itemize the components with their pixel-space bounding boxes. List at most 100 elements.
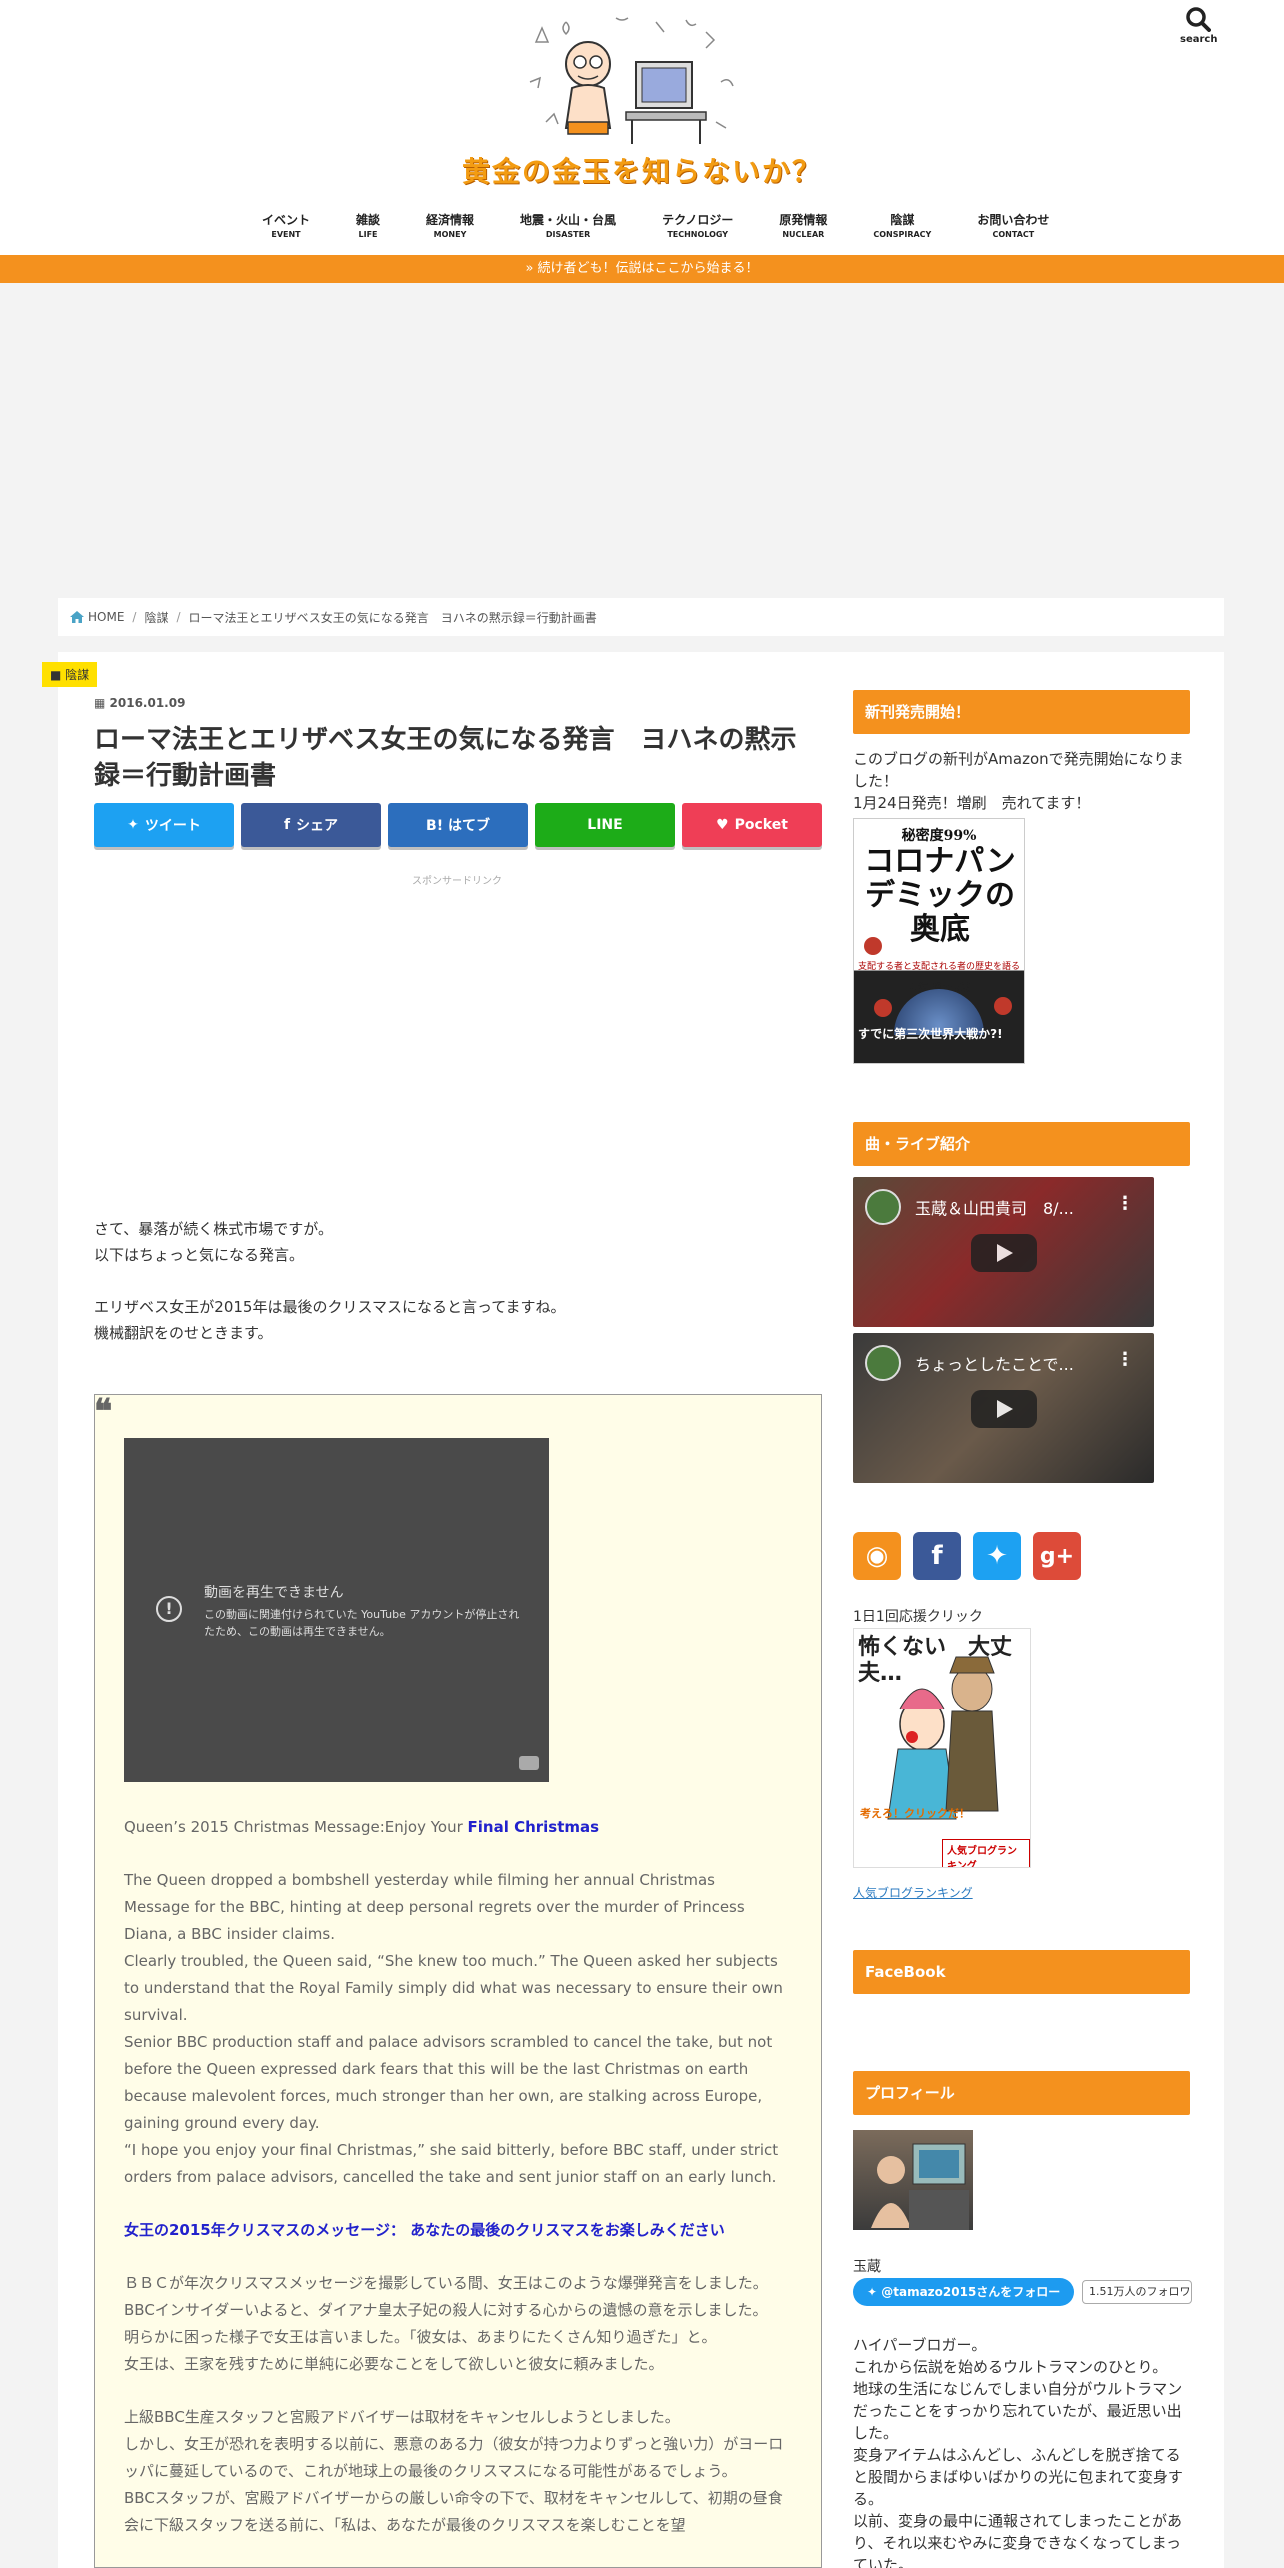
nav-label: イベント: [262, 213, 311, 227]
line-share-button[interactable]: LINE: [535, 803, 675, 847]
widget-heading: プロフィール: [853, 2071, 1190, 2115]
post-date: ▦ 2016.01.09: [94, 696, 185, 710]
breadcrumb-category[interactable]: 陰謀: [144, 609, 168, 626]
new-book-text-2: 1月24日発売！増刷 売れてます！: [853, 794, 1091, 812]
nav-sublabel: LIFE: [358, 230, 378, 239]
youtube-logo-icon[interactable]: [519, 1756, 539, 1770]
youtube-embed[interactable]: ! 動画を再生できません この動画に関連付けられていた YouTube アカウン…: [124, 1438, 549, 1782]
ranking-banner-subtext: 考えろ！クリックだ！: [860, 1807, 970, 1820]
mascot-logo-illustration[interactable]: [516, 12, 744, 152]
nav-item-contact[interactable]: お問い合わせ CONTACT: [977, 211, 1049, 239]
profile-description: ハイパーブロガー。 これから伝説を始めるウルトラマンのひとり。 地球の生活になじ…: [853, 2334, 1193, 2568]
play-icon[interactable]: [971, 1390, 1037, 1428]
article-intro: さて、暴落が続く株式市場ですが。 以下はちょっと気になる発言。 エリザベス女王が…: [94, 1216, 820, 1372]
quote-paragraph: 上級BBC生産スタッフと宮殿アドバイザーは取材をキャンセルしようとしました。: [124, 2408, 680, 2426]
rss-icon[interactable]: ◉: [853, 1532, 901, 1580]
profile-name: 玉蔵: [853, 2259, 881, 2275]
site-header: 黄金の金玉を知らないか？ search イベント EVENT 雑談 LIFE 経済情…: [0, 0, 1284, 255]
line-share-label: LINE: [587, 817, 623, 833]
twitter-icon[interactable]: ✦: [973, 1532, 1021, 1580]
hatena-bookmark-button[interactable]: B! はてブ: [388, 803, 528, 847]
widget-heading: 曲・ライブ紹介: [853, 1122, 1190, 1166]
ranking-link[interactable]: 人気ブログランキング: [853, 1884, 973, 1901]
play-icon[interactable]: [971, 1234, 1037, 1272]
quote-paragraph: Clearly troubled, the Queen said, “She k…: [124, 1952, 783, 2024]
google-plus-icon[interactable]: g+: [1033, 1532, 1081, 1580]
nav-sublabel: MONEY: [433, 230, 467, 239]
facebook-share-label: シェア: [296, 818, 339, 834]
nav-sublabel: NUCLEAR: [782, 230, 825, 239]
nav-sublabel: CONSPIRACY: [873, 230, 932, 239]
quote-paragraph: The Queen dropped a bombshell yesterday …: [124, 1871, 745, 1943]
twitter-follow-button[interactable]: ✦ @tamazo2015さんをフォロー: [853, 2278, 1075, 2306]
nav-label: 経済情報: [426, 213, 475, 227]
breadcrumb-current: ローマ法王とエリザベス女王の気になる発言 ヨハネの黙示録＝行動計画書: [188, 610, 597, 625]
profile-illustration: [871, 2143, 969, 2230]
youtube-video-2[interactable]: ちょっとしたことで... ⋮: [853, 1333, 1154, 1483]
search-label: search: [1180, 34, 1218, 45]
nav-label: テクノロジー: [662, 213, 734, 227]
youtube-video-1[interactable]: 玉蔵＆山田貴司 8/... ⋮: [853, 1177, 1154, 1327]
tweet-button[interactable]: ✦ ツイート: [94, 803, 234, 847]
breadcrumb: HOME / 陰謀 / ローマ法王とエリザベス女王の気になる発言 ヨハネの黙示録…: [58, 598, 1224, 636]
more-options-icon[interactable]: ⋮: [1116, 1349, 1134, 1370]
virus-icon: [874, 999, 892, 1017]
channel-avatar: [865, 1345, 901, 1381]
nav-sublabel: TECHNOLOGY: [667, 230, 729, 239]
pocket-button[interactable]: ♥ Pocket: [682, 803, 822, 847]
sponsored-label: スポンサードリンク: [412, 876, 502, 887]
home-icon: [70, 611, 84, 623]
warning-icon: !: [156, 1596, 182, 1622]
twitter-icon: ✦: [867, 2285, 882, 2299]
book-subtitle: 支配する者と支配される者の歴史を語る: [857, 962, 1020, 972]
nav-item-disaster[interactable]: 地震・火山・台風 DISASTER: [520, 211, 616, 239]
profile-line: ハイパーブロガー。: [853, 2336, 987, 2354]
nav-label: 原発情報: [779, 213, 828, 227]
nav-item-technology[interactable]: テクノロジー TECHNOLOGY: [662, 211, 733, 239]
quote-heading: Queen’s 2015 Christmas Message:Enjoy You…: [124, 1818, 468, 1836]
nav-sublabel: EVENT: [271, 230, 301, 239]
facebook-icon[interactable]: f: [913, 1532, 961, 1580]
book-cover-image[interactable]: 秘密度99% コロナパンデミックの奥底 支配する者と支配される者の歴史を語る 内…: [853, 818, 1025, 1064]
nav-item-conspiracy[interactable]: 陰謀 CONSPIRACY: [873, 211, 931, 239]
virus-icon: [994, 997, 1012, 1015]
new-book-text: このブログの新刊がAmazonで発売開始になりました！: [853, 750, 1184, 790]
more-options-icon[interactable]: ⋮: [1116, 1193, 1134, 1214]
share-buttons: ✦ ツイート f シェア B! はてブ LINE ♥ Pocket: [94, 803, 822, 847]
nav-item-money[interactable]: 経済情報 MONEY: [426, 211, 474, 239]
profile-line: 変身アイテムはふんどし、ふんどしを脱ぎ捨てると股間からまばゆいばかりの光に包まれ…: [853, 2446, 1183, 2508]
breadcrumb-home[interactable]: HOME: [88, 610, 124, 624]
channel-avatar: [865, 1189, 901, 1225]
search-icon: [1186, 7, 1211, 32]
video-error-text: この動画に関連付けられていた YouTube アカウントが停止されたため、この動…: [204, 1608, 520, 1638]
quote-paragraph: しかし、女王が恐れを表明する以前に、悪意のある力（彼女が持つ力よりずっと強い力）…: [124, 2435, 784, 2480]
sidebar-widget-profile: プロフィール: [853, 2071, 1190, 2115]
ranking-badge: 人気ブログランキング: [942, 1839, 1030, 1867]
nav-label: 雑談: [356, 213, 381, 227]
nav-label: 陰謀: [890, 213, 915, 227]
quote-heading-link[interactable]: Final Christmas: [468, 1818, 600, 1836]
nav-item-life[interactable]: 雑談 LIFE: [356, 211, 380, 239]
follow-button-label: @tamazo2015さんをフォロー: [881, 2285, 1061, 2299]
quote-paragraph: “I hope you enjoy your final Christmas,”…: [124, 2141, 779, 2186]
sidebar-widget-music: 曲・ライブ紹介: [853, 1122, 1190, 1166]
site-logo-text[interactable]: 黄金の金玉を知らないか？: [452, 150, 832, 190]
sidebar-widget-new-book: 新刊発売開始！ このブログの新刊がAmazonで発売開始になりました！ 1月24…: [853, 690, 1193, 814]
post-date-value: 2016.01.09: [109, 696, 186, 710]
nav-label: 地震・火山・台風: [520, 213, 617, 227]
quote-paragraph: ＢＢＣが年次クリスマスメッセージを撮影している間、女王はこのような爆弾発言をしま…: [124, 2274, 768, 2319]
widget-heading: FaceBook: [853, 1950, 1190, 1994]
nav-item-nuclear[interactable]: 原発情報 NUCLEAR: [779, 211, 827, 239]
intro-line: エリザベス女王が2015年は最後のクリスマスになると言ってますね。: [94, 1298, 566, 1316]
nav-sublabel: DISASTER: [545, 230, 591, 239]
nav-item-event[interactable]: イベント EVENT: [262, 211, 310, 239]
quote-icon: ❝: [94, 1392, 113, 1432]
pocket-label: Pocket: [734, 817, 788, 833]
tweet-button-label: ツイート: [144, 818, 201, 834]
calendar-icon: ▦: [94, 696, 110, 710]
info-bar-link[interactable]: » 続け者ども！伝説はここから始まる！: [0, 255, 1284, 283]
blog-ranking-banner[interactable]: 怖くない 大丈夫… 考えろ！クリックだ！ 人気ブログランキング: [853, 1628, 1031, 1868]
search-button[interactable]: search: [1180, 6, 1218, 45]
category-badge[interactable]: ■ 陰謀: [42, 662, 98, 687]
facebook-share-button[interactable]: f シェア: [241, 803, 381, 847]
